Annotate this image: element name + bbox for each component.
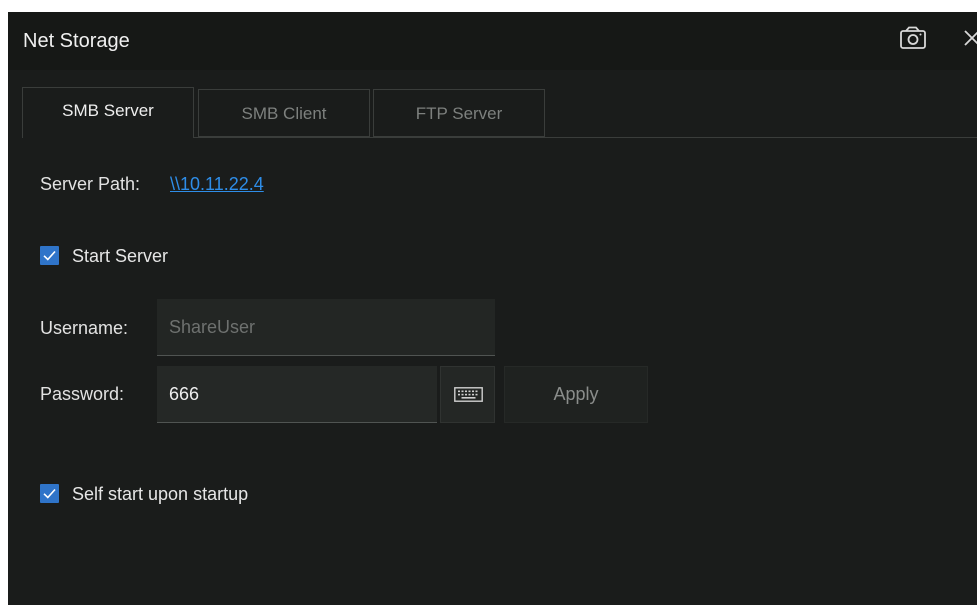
server-path-label: Server Path:: [40, 174, 141, 194]
password-label: Password:: [40, 384, 125, 404]
password-field[interactable]: 666: [157, 366, 437, 423]
username-label: Username:: [40, 318, 129, 338]
start-server-checkbox[interactable]: Start Server: [40, 244, 260, 268]
start-server-check-box[interactable]: [40, 246, 59, 265]
keyboard-icon: [454, 387, 483, 402]
username-field[interactable]: ShareUser: [157, 299, 495, 356]
tab-bar: SMB Server SMB Client FTP Server: [8, 70, 977, 138]
net-storage-window: Net Storage SMB Server SMB Client FTP Se…: [8, 12, 977, 605]
apply-button[interactable]: Apply: [504, 366, 648, 423]
start-server-label: Start Server: [72, 246, 169, 266]
check-icon: [43, 250, 56, 261]
close-icon[interactable]: [961, 27, 977, 49]
camera-icon[interactable]: [899, 26, 929, 50]
tab-smb-client[interactable]: SMB Client: [198, 89, 370, 137]
self-start-checkbox[interactable]: Self start upon startup: [40, 482, 360, 506]
check-icon: [43, 488, 56, 499]
tab-smb-server[interactable]: SMB Server: [22, 87, 194, 138]
keyboard-button[interactable]: [440, 366, 495, 423]
window-title: Net Storage: [23, 30, 130, 52]
server-path-link[interactable]: \\10.11.22.4: [170, 173, 264, 195]
tab-ftp-server[interactable]: FTP Server: [373, 89, 545, 137]
title-bar: Net Storage: [8, 12, 977, 70]
self-start-label: Self start upon startup: [72, 484, 249, 504]
self-start-check-box[interactable]: [40, 484, 59, 503]
